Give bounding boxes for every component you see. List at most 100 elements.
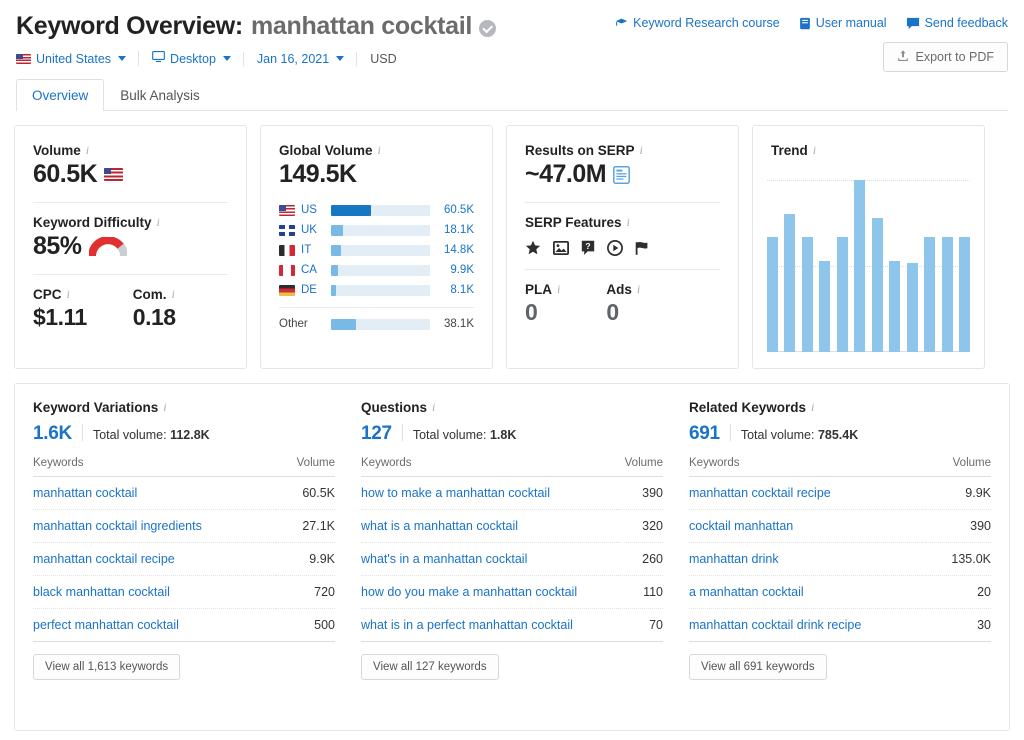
country-code[interactable]: DE xyxy=(301,284,331,296)
serp-snippet-icon[interactable] xyxy=(613,165,631,184)
page-title-prefix: Keyword Overview: xyxy=(16,12,243,40)
info-icon[interactable]: i xyxy=(86,143,89,158)
ca-flag-icon xyxy=(279,264,295,276)
info-icon[interactable]: i xyxy=(637,282,640,297)
keyword-link[interactable]: manhattan cocktail xyxy=(33,486,137,500)
country-filter[interactable]: United States xyxy=(16,52,138,66)
trend-bar[interactable] xyxy=(906,262,918,352)
info-icon[interactable]: i xyxy=(172,287,175,302)
info-icon[interactable]: i xyxy=(811,400,814,415)
column-header-keywords[interactable]: Keywords xyxy=(33,457,277,477)
view-all-keywords-button[interactable]: View all 1,613 keywords xyxy=(33,654,181,680)
trend-label: Trend xyxy=(771,143,808,158)
trend-bar[interactable] xyxy=(801,236,813,352)
ads-value: 0 xyxy=(606,299,619,325)
keyword-link[interactable]: manhattan cocktail recipe xyxy=(33,552,175,566)
keyword-link[interactable]: how do you make a manhattan cocktail xyxy=(361,585,577,599)
volume-label-row: Volume i xyxy=(33,143,228,158)
country-volume-value: 8.1K xyxy=(450,284,474,296)
keyword-link[interactable]: black manhattan cocktail xyxy=(33,585,170,599)
header-links: Keyword Research course User manual Send… xyxy=(615,16,1008,30)
device-filter[interactable]: Desktop xyxy=(138,51,243,66)
info-icon[interactable]: i xyxy=(640,143,643,158)
panel-keyword-count: 691 xyxy=(689,423,720,444)
view-all-keywords-button[interactable]: View all 127 keywords xyxy=(361,654,499,680)
info-icon[interactable]: i xyxy=(432,400,435,415)
panel-total-volume-label: Total volume: xyxy=(412,428,490,442)
video-play-icon[interactable] xyxy=(607,240,623,256)
trend-bar[interactable] xyxy=(924,236,936,352)
volume-cell: 720 xyxy=(276,575,335,609)
keyword-link[interactable]: cocktail manhattan xyxy=(689,519,793,533)
info-icon[interactable]: i xyxy=(813,143,816,158)
trend-bars xyxy=(767,180,970,352)
country-code[interactable]: US xyxy=(301,204,331,216)
info-icon[interactable]: i xyxy=(378,143,381,158)
volume-cell: 500 xyxy=(276,608,335,642)
column-header-volume[interactable]: Volume xyxy=(617,457,663,477)
keyword-link[interactable]: what is a manhattan cocktail xyxy=(361,519,518,533)
keyword-link[interactable]: manhattan cocktail drink recipe xyxy=(689,618,861,632)
user-manual-link[interactable]: User manual xyxy=(799,16,887,30)
star-reviews-icon[interactable] xyxy=(525,240,541,256)
table-row: manhattan cocktail recipe 9.9K xyxy=(689,476,991,510)
info-icon[interactable]: i xyxy=(627,215,630,230)
panel-total-volume-value: 1.8K xyxy=(489,428,517,442)
cpc-label: CPC xyxy=(33,287,62,302)
country-code[interactable]: IT xyxy=(301,244,331,256)
keyword-link[interactable]: manhattan cocktail ingredients xyxy=(33,519,202,533)
trend-bar[interactable] xyxy=(871,217,883,352)
keyword-research-course-link[interactable]: Keyword Research course xyxy=(615,16,780,30)
column-header-keywords[interactable]: Keywords xyxy=(689,457,926,477)
keyword-link[interactable]: how to make a manhattan cocktail xyxy=(361,486,550,500)
keyword-table: Keywords Volume manhattan cocktail 60.5K man… xyxy=(33,457,335,642)
tab-bulk-analysis[interactable]: Bulk Analysis xyxy=(104,79,216,111)
volume-cell: 9.9K xyxy=(276,542,335,576)
trend-bar[interactable] xyxy=(819,260,831,352)
keyword-link[interactable]: what is in a perfect manhattan cocktail xyxy=(361,618,573,632)
tab-overview[interactable]: Overview xyxy=(16,79,105,112)
volume-cell: 390 xyxy=(617,476,663,510)
ads-metric: Ads i 0 xyxy=(606,282,640,326)
global-volume-label: Global Volume xyxy=(279,143,373,158)
trend-bar[interactable] xyxy=(958,236,970,352)
column-header-volume[interactable]: Volume xyxy=(276,457,335,477)
knowledge-flag-icon[interactable] xyxy=(635,241,651,256)
faq-question-icon[interactable]: ? xyxy=(581,240,595,256)
info-icon[interactable]: i xyxy=(157,215,160,230)
trend-bar[interactable] xyxy=(889,260,901,352)
trend-bar[interactable] xyxy=(767,236,778,352)
trend-card: Trend i xyxy=(752,125,985,369)
trend-bar[interactable] xyxy=(854,180,866,352)
keyword-cell: how do you make a manhattan cocktail xyxy=(361,575,618,609)
trend-bar[interactable] xyxy=(784,214,796,352)
trend-bar[interactable] xyxy=(836,236,848,352)
country-code[interactable]: UK xyxy=(301,224,331,236)
info-icon[interactable]: i xyxy=(163,400,166,415)
cpc-metric: CPC i $1.11 xyxy=(33,287,87,331)
table-row: manhattan cocktail recipe 9.9K xyxy=(33,542,335,576)
graduation-cap-icon xyxy=(615,17,628,30)
info-icon[interactable]: i xyxy=(67,287,70,302)
volume-cell: 27.1K xyxy=(276,509,335,543)
export-to-pdf-button[interactable]: Export to PDF xyxy=(882,42,1008,72)
country-volume-bar-fill xyxy=(331,284,337,296)
keyword-link[interactable]: what's in a manhattan cocktail xyxy=(361,552,527,566)
country-code[interactable]: CA xyxy=(301,264,331,276)
send-feedback-link[interactable]: Send feedback xyxy=(906,16,1008,30)
flag-canton xyxy=(279,204,286,211)
keyword-link[interactable]: a manhattan cocktail xyxy=(689,585,804,599)
panel-keyword-count: 127 xyxy=(361,423,392,444)
trend-bar[interactable] xyxy=(941,236,953,352)
view-all-keywords-button[interactable]: View all 691 keywords xyxy=(689,654,827,680)
column-header-keywords[interactable]: Keywords xyxy=(361,457,618,477)
date-filter[interactable]: Jan 16, 2021 xyxy=(242,51,356,66)
info-icon[interactable]: i xyxy=(557,282,560,297)
keyword-link[interactable]: perfect manhattan cocktail xyxy=(33,618,179,632)
keyword-link[interactable]: manhattan cocktail recipe xyxy=(689,486,831,500)
keyword-link[interactable]: manhattan drink xyxy=(689,552,779,566)
country-volume-bar-track xyxy=(331,204,430,216)
image-pack-icon[interactable] xyxy=(553,241,569,255)
column-header-volume[interactable]: Volume xyxy=(925,457,991,477)
pla-metric: PLA i 0 xyxy=(525,282,560,326)
